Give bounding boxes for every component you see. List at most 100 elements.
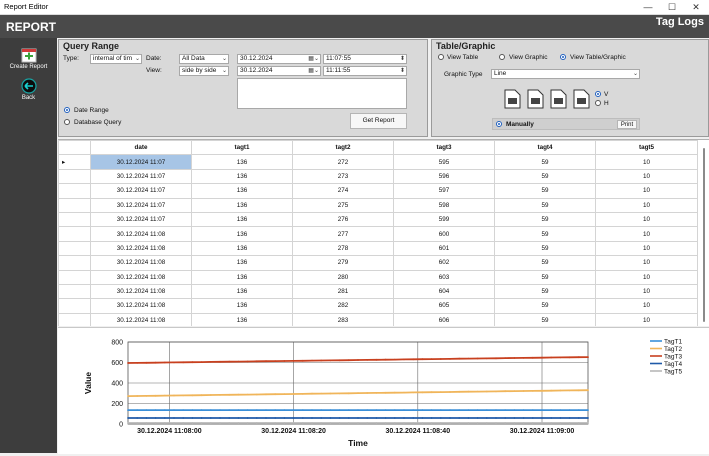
table-cell-tagt2[interactable]: 278 (292, 240, 394, 257)
row-header[interactable] (58, 168, 91, 185)
table-cell-tagt3[interactable]: 597 (393, 183, 495, 199)
row-header[interactable] (58, 240, 91, 257)
table-cell-tagt4[interactable]: 59 (494, 168, 596, 185)
xml-file-icon[interactable] (573, 89, 590, 109)
table-cell-tagt3[interactable]: 602 (393, 255, 495, 271)
table-cell-tagt5[interactable]: 10 (595, 168, 698, 185)
row-header[interactable] (58, 226, 91, 242)
print-button[interactable]: Print (617, 120, 637, 129)
manually-radio[interactable] (496, 121, 502, 127)
table-row[interactable]: 30.12.2024 11:08 136 277 600 59 10 (58, 226, 698, 242)
table-cell-date[interactable]: 30.12.2024 11:08 (90, 255, 192, 271)
table-cell-tagt2[interactable]: 272 (292, 154, 394, 170)
table-cell-date[interactable]: 30.12.2024 11:07 (90, 183, 192, 199)
table-cell-tagt4[interactable]: 59 (494, 269, 596, 285)
table-cell-date[interactable]: 30.12.2024 11:07 (90, 211, 192, 228)
table-cell-date[interactable]: 30.12.2024 11:08 (90, 240, 192, 257)
row-header[interactable] (58, 255, 91, 271)
table-cell-date[interactable]: 30.12.2024 11:08 (90, 283, 192, 300)
table-cell-date[interactable]: 30.12.2024 11:07 (90, 168, 192, 185)
table-row[interactable]: 30.12.2024 11:07 136 276 599 59 10 (58, 211, 698, 228)
end-date-picker[interactable]: 30.12.2024 ▦⌄ (237, 66, 321, 76)
table-cell-tagt4[interactable]: 59 (494, 211, 596, 228)
table-cell-tagt4[interactable]: 59 (494, 312, 596, 326)
create-report-button[interactable]: Create Report (0, 47, 57, 70)
orientation-h-radio[interactable] (595, 100, 601, 106)
table-cell-tagt2[interactable]: 275 (292, 197, 394, 213)
date-range-radio[interactable] (64, 107, 70, 113)
row-header[interactable] (58, 312, 91, 326)
table-cell-tagt4[interactable]: 59 (494, 298, 596, 314)
table-cell-tagt1[interactable]: 136 (191, 183, 293, 199)
table-cell-tagt4[interactable]: 59 (494, 283, 596, 300)
table-cell-tagt2[interactable]: 274 (292, 183, 394, 199)
table-row[interactable]: 30.12.2024 11:07 136 274 597 59 10 (58, 183, 698, 199)
table-cell-tagt4[interactable]: 59 (494, 183, 596, 199)
table-cell-tagt3[interactable]: 601 (393, 240, 495, 257)
back-button[interactable]: Back (0, 78, 57, 101)
table-cell-tagt2[interactable]: 283 (292, 312, 394, 326)
table-cell-tagt1[interactable]: 136 (191, 211, 293, 228)
table-cell-date[interactable]: 30.12.2024 11:08 (90, 312, 192, 326)
table-row[interactable]: 30.12.2024 11:08 136 280 603 59 10 (58, 269, 698, 285)
table-cell-tagt5[interactable]: 10 (595, 211, 698, 228)
table-cell-tagt2[interactable]: 276 (292, 211, 394, 228)
table-cell-tagt5[interactable]: 10 (595, 183, 698, 199)
table-cell-tagt3[interactable]: 598 (393, 197, 495, 213)
data-grid[interactable]: date tagt1 tagt2 tagt3 tagt4 tagt5 ▸ 30.1… (58, 139, 709, 326)
table-cell-tagt5[interactable]: 10 (595, 240, 698, 257)
table-cell-date[interactable]: 30.12.2024 11:07 (90, 154, 192, 170)
graphic-type-select[interactable]: Line ⌄ (491, 69, 640, 79)
table-row[interactable]: 30.12.2024 11:07 136 275 598 59 10 (58, 197, 698, 213)
table-row[interactable]: 30.12.2024 11:08 136 282 605 59 10 (58, 298, 698, 314)
close-button[interactable]: ✕ (685, 0, 707, 14)
table-cell-tagt1[interactable]: 136 (191, 283, 293, 300)
table-cell-tagt1[interactable]: 136 (191, 154, 293, 170)
query-text-area[interactable] (237, 78, 407, 109)
type-select[interactable]: internal of tim ⌄ (90, 54, 142, 64)
table-cell-tagt5[interactable]: 10 (595, 226, 698, 242)
table-cell-tagt5[interactable]: 10 (595, 255, 698, 271)
table-cell-tagt3[interactable]: 603 (393, 269, 495, 285)
table-cell-tagt4[interactable]: 59 (494, 255, 596, 271)
table-cell-tagt1[interactable]: 136 (191, 312, 293, 326)
maximize-button[interactable]: ☐ (661, 0, 683, 14)
vertical-scrollbar[interactable] (701, 146, 707, 324)
table-cell-tagt5[interactable]: 10 (595, 269, 698, 285)
table-cell-tagt2[interactable]: 277 (292, 226, 394, 242)
row-header[interactable] (58, 211, 91, 228)
minimize-button[interactable]: — (637, 0, 659, 14)
table-cell-tagt5[interactable]: 10 (595, 154, 698, 170)
table-cell-tagt3[interactable]: 605 (393, 298, 495, 314)
orientation-v-radio[interactable] (595, 91, 601, 97)
view-table-radio[interactable] (438, 54, 444, 60)
table-cell-tagt5[interactable]: 10 (595, 197, 698, 213)
table-cell-tagt4[interactable]: 59 (494, 197, 596, 213)
table-row[interactable]: 30.12.2024 11:08 136 278 601 59 10 (58, 240, 698, 257)
table-cell-tagt3[interactable]: 604 (393, 283, 495, 300)
view-table-graphic-radio[interactable] (560, 54, 566, 60)
row-header[interactable] (58, 298, 91, 314)
table-cell-tagt3[interactable]: 606 (393, 312, 495, 326)
table-row[interactable]: ▸ 30.12.2024 11:07 136 272 595 59 10 (58, 154, 698, 170)
table-cell-tagt1[interactable]: 136 (191, 255, 293, 271)
table-cell-tagt1[interactable]: 136 (191, 240, 293, 257)
table-cell-tagt1[interactable]: 136 (191, 197, 293, 213)
table-cell-tagt1[interactable]: 136 (191, 226, 293, 242)
table-cell-date[interactable]: 30.12.2024 11:07 (90, 197, 192, 213)
csv-file-icon[interactable] (527, 89, 544, 109)
row-header[interactable] (58, 197, 91, 213)
row-header[interactable]: ▸ (58, 154, 91, 170)
excel-file-icon[interactable] (550, 89, 567, 109)
database-query-radio[interactable] (64, 119, 70, 125)
table-cell-tagt4[interactable]: 59 (494, 154, 596, 170)
table-row[interactable]: 30.12.2024 11:07 136 273 596 59 10 (58, 168, 698, 185)
column-header-tagt5[interactable]: tagt5 (595, 140, 698, 156)
table-row[interactable]: 30.12.2024 11:08 136 279 602 59 10 (58, 255, 698, 271)
view-graphic-radio[interactable] (499, 54, 505, 60)
table-cell-date[interactable]: 30.12.2024 11:08 (90, 226, 192, 242)
table-cell-tagt5[interactable]: 10 (595, 298, 698, 314)
table-cell-tagt3[interactable]: 595 (393, 154, 495, 170)
table-cell-tagt2[interactable]: 280 (292, 269, 394, 285)
column-header-tagt3[interactable]: tagt3 (393, 140, 495, 156)
